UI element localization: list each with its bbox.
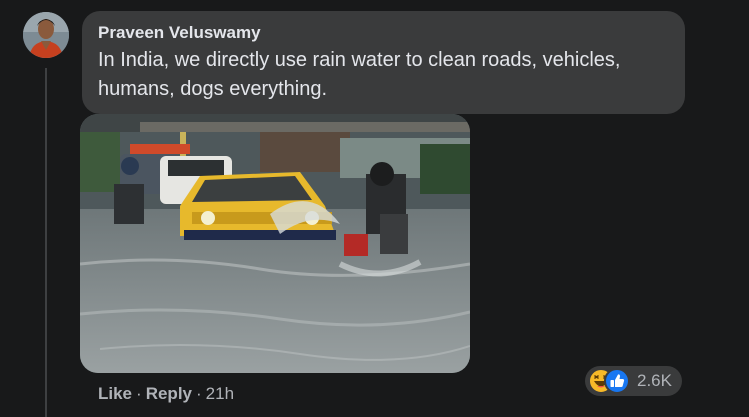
reaction-icons: [588, 368, 630, 394]
reaction-count: 2.6K: [637, 371, 672, 390]
reaction-summary[interactable]: 2.6K: [585, 366, 682, 396]
action-separator: ·: [196, 384, 202, 403]
avatar[interactable]: [23, 12, 69, 58]
comment-timestamp[interactable]: 21h: [206, 384, 234, 403]
comment-actions: Like · Reply · 21h: [98, 383, 234, 405]
comment-text: In India, we directly use rain water to …: [98, 49, 621, 100]
avatar-photo: [23, 12, 69, 58]
comment-bubble: Praveen Veluswamy In India, we directly …: [82, 11, 685, 114]
comment-photo[interactable]: [80, 114, 470, 373]
like-link[interactable]: Like: [98, 384, 132, 403]
comment-author[interactable]: Praveen Veluswamy: [98, 22, 669, 44]
thread-line: [45, 68, 47, 417]
like-icon: [604, 368, 630, 394]
flooded-street-image: [80, 114, 470, 373]
reply-link[interactable]: Reply: [146, 384, 192, 403]
action-separator: ·: [136, 384, 142, 403]
